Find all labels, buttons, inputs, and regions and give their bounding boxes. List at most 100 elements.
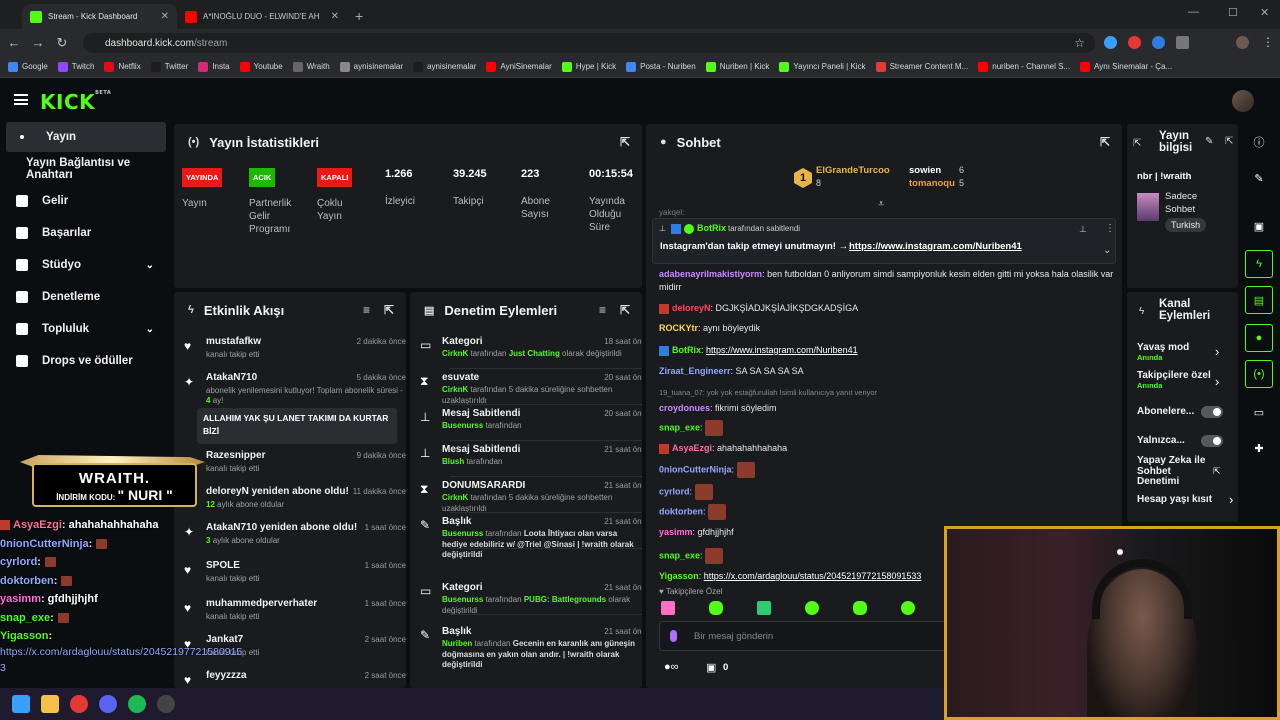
document-icon[interactable]: ▤	[1245, 286, 1273, 314]
sidebar-item-basarilar[interactable]: Başarılar	[6, 218, 166, 248]
profile-icon[interactable]	[1236, 36, 1249, 49]
kick-logo[interactable]: KICKBETA	[40, 90, 111, 114]
popout-icon[interactable]: ⇱	[1225, 136, 1233, 147]
chat-username[interactable]: snap_exe	[659, 550, 700, 560]
more-icon[interactable]: ⋮	[1105, 223, 1115, 234]
bookmark-item[interactable]: AyniSinemalar	[486, 61, 552, 72]
external-link-icon[interactable]: ⇱	[1213, 466, 1221, 477]
emote-only-toggle[interactable]	[1201, 435, 1223, 447]
close-window-icon[interactable]: ✕	[1260, 6, 1269, 19]
sidebar-item-drops[interactable]: Drops ve ödüller	[6, 346, 166, 376]
popout-icon[interactable]: ⇱	[620, 135, 630, 149]
back-icon[interactable]: ←	[2, 35, 26, 50]
bookmark-item[interactable]: nuriben - Channel S...	[978, 61, 1070, 72]
gift-icon[interactable]: ▣	[706, 661, 716, 674]
minimize-icon[interactable]: —	[1188, 6, 1199, 18]
new-tab-icon[interactable]: +	[355, 8, 363, 24]
chat-link[interactable]: https://x.com/ardaglouu/status/204521977…	[704, 571, 922, 581]
bookmark-star-icon[interactable]: ☆	[1074, 36, 1085, 50]
reload-icon[interactable]: ↻	[50, 35, 74, 51]
chat-username[interactable]: ROCKYtr	[659, 323, 698, 333]
sidebar-item-studyo[interactable]: Stüdyo ⌄	[6, 250, 166, 280]
maximize-icon[interactable]: ☐	[1228, 6, 1238, 19]
chevron-right-icon[interactable]: ›	[1229, 492, 1233, 507]
hamburger-menu-icon[interactable]	[14, 94, 28, 105]
edit-icon[interactable]: ✎	[1205, 136, 1213, 147]
expand-icon[interactable]: ⌄	[1103, 245, 1111, 256]
chat-username[interactable]: croydonues	[659, 403, 710, 413]
popout-icon[interactable]: ⇱	[1100, 135, 1110, 149]
microphone-icon[interactable]	[670, 630, 677, 642]
chat-username[interactable]: deloreyN	[672, 303, 711, 313]
chat-username[interactable]: cyrlord	[659, 486, 690, 496]
screen-icon[interactable]: ▣	[1245, 212, 1273, 240]
close-tab-icon[interactable]: ✕	[331, 11, 339, 22]
extension-icon[interactable]	[1152, 36, 1165, 49]
chat-link[interactable]: https://www.instagram.com/Nuriben41	[706, 345, 858, 355]
bookmark-item[interactable]: Google	[8, 61, 48, 72]
emote-icon[interactable]	[805, 601, 819, 615]
bookmark-item[interactable]: Yayıncı Paneli | Kick	[779, 61, 866, 72]
popout-icon[interactable]: ⇱	[620, 303, 630, 317]
emote-icon[interactable]	[709, 601, 723, 615]
bookmark-item[interactable]: Insta	[198, 61, 230, 72]
emote-icon[interactable]	[661, 601, 675, 615]
file-explorer-icon[interactable]	[41, 695, 59, 713]
bookmark-item[interactable]: Netflix	[104, 61, 141, 72]
url-field[interactable]: dashboard.kick.com/stream ☆	[83, 33, 1095, 53]
extensions-puzzle-icon[interactable]	[1176, 36, 1189, 49]
chat-username[interactable]: doktorben	[659, 506, 703, 516]
extension-icon[interactable]	[1128, 36, 1141, 49]
bookmark-item[interactable]: Wraith	[292, 61, 330, 72]
popout-icon[interactable]: ⇱	[1133, 138, 1141, 149]
bookmark-item[interactable]: Youtube	[239, 61, 283, 72]
bookmark-item[interactable]: Streamer Content M...	[875, 61, 968, 72]
filter-icon[interactable]: ≡	[599, 303, 606, 317]
chat-username[interactable]: snap_exe	[659, 422, 700, 432]
filter-icon[interactable]: ≡	[363, 303, 370, 317]
emote-icon[interactable]	[901, 601, 915, 615]
chat-username[interactable]: BotRix	[672, 345, 701, 355]
discord-icon[interactable]	[99, 695, 117, 713]
lightning-icon[interactable]: ϟ	[1245, 250, 1273, 278]
broadcast-icon[interactable]: (•)	[1245, 360, 1273, 388]
bookmark-item[interactable]: Twitch	[57, 61, 94, 72]
collapse-icon[interactable]: ⩡	[878, 198, 884, 211]
chevron-right-icon[interactable]: ›	[1215, 344, 1219, 359]
user-avatar[interactable]	[1232, 90, 1254, 112]
subscribers-only-toggle[interactable]	[1201, 406, 1223, 418]
unpin-icon[interactable]: ⊥	[1079, 224, 1087, 235]
points-icon[interactable]: ●∞	[664, 661, 679, 673]
bookmark-item[interactable]: Posta - Nuriben	[626, 61, 696, 72]
tab-kick-dashboard[interactable]: Stream - Kick Dashboard ✕	[22, 4, 177, 29]
followers-only-row[interactable]: Takipçilere özel Anında	[1137, 370, 1211, 390]
display-icon[interactable]: ▭	[1245, 398, 1273, 426]
chat-username[interactable]: 0nionCutterNinja	[659, 464, 732, 474]
bookmark-item[interactable]: Hype | Kick	[561, 61, 616, 72]
emote-icon[interactable]	[853, 601, 867, 615]
edit-icon[interactable]: ✎	[1245, 164, 1273, 192]
bookmark-item[interactable]: aynisinemalar	[413, 61, 476, 72]
chat-username[interactable]: adabenayrilmakistiyorm	[659, 269, 762, 279]
forward-icon[interactable]: →	[26, 35, 50, 50]
bookmark-item[interactable]: Aynı Sinemalar - Ça...	[1080, 61, 1172, 72]
sidebar-item-yayin[interactable]: Yayın	[6, 122, 166, 152]
chevron-right-icon[interactable]: ›	[1215, 374, 1219, 389]
chat-icon[interactable]: ●	[1245, 324, 1273, 352]
chat-username[interactable]: Ziraat_Engineerr	[659, 366, 731, 376]
slow-mode-row[interactable]: Yavaş mod Anında	[1137, 342, 1189, 362]
wrench-icon[interactable]: ✚	[1245, 434, 1273, 462]
chat-username[interactable]: AsyaEzgi	[672, 443, 712, 453]
emote-icon[interactable]	[757, 601, 771, 615]
tab-youtube[interactable]: A*INOĞLU DUO - ELWIND'E AH ✕	[177, 4, 347, 29]
bookmark-item[interactable]: aynisinemalar	[339, 61, 403, 72]
spotify-icon[interactable]	[128, 695, 146, 713]
account-age-row[interactable]: Hesap yaşı kısıt	[1137, 494, 1212, 505]
info-icon[interactable]: ⓘ	[1245, 128, 1273, 156]
popout-icon[interactable]: ⇱	[384, 303, 394, 317]
chat-username[interactable]: Yigasson	[659, 571, 699, 581]
menu-dots-icon[interactable]: ⋮	[1262, 35, 1274, 49]
sidebar-item-stream-key[interactable]: Yayın Bağlantısı ve Anahtarı	[6, 154, 166, 184]
chat-username[interactable]: yasimm	[659, 527, 693, 537]
pinned-link[interactable]: https://www.instagram.com/Nuriben41	[849, 241, 1022, 252]
